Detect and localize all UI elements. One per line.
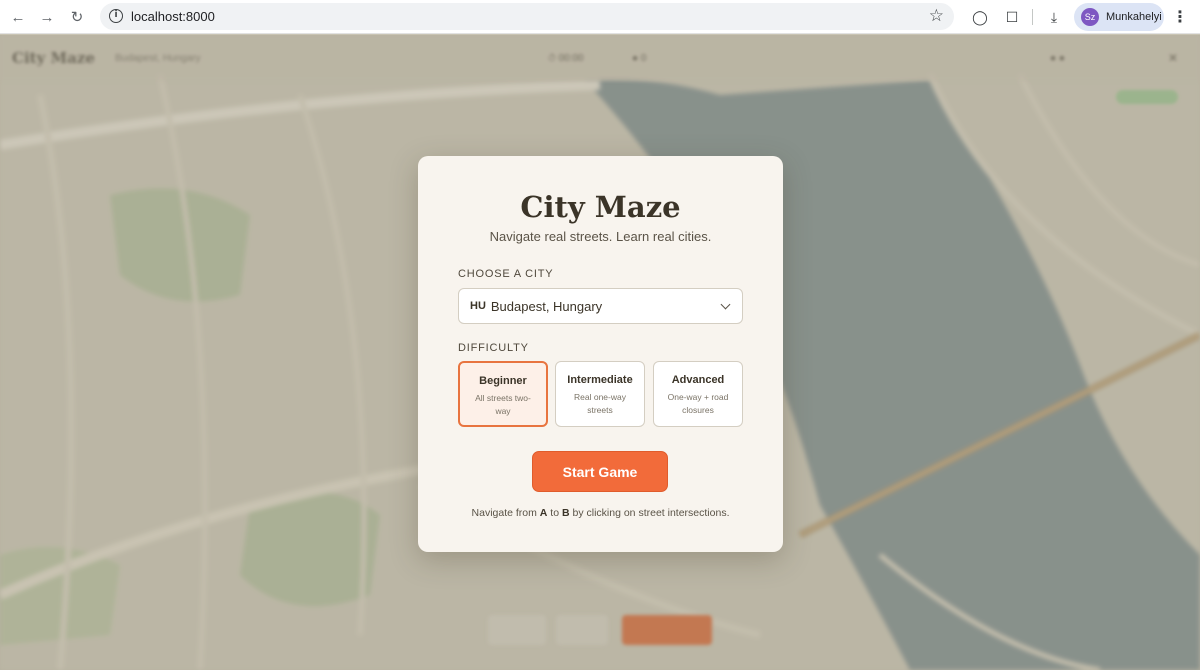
difficulty-advanced[interactable]: Advanced One-way + road closures bbox=[653, 361, 743, 427]
hint-text: by clicking on street intersections. bbox=[569, 507, 730, 519]
address-bar[interactable]: i localhost:8000 ☆ bbox=[100, 3, 954, 30]
chevron-down-icon bbox=[720, 299, 731, 310]
avatar: Sz bbox=[1081, 8, 1099, 26]
profile-button[interactable]: Sz Munkahelyi bbox=[1074, 3, 1164, 31]
difficulty-name: Intermediate bbox=[567, 374, 633, 386]
difficulty-label: DIFFICULTY bbox=[458, 342, 529, 354]
start-game-button[interactable]: Start Game bbox=[532, 451, 668, 492]
hungary-flag-icon: HU bbox=[470, 300, 486, 312]
hint-text: Navigate from bbox=[471, 507, 540, 519]
start-modal: City Maze Navigate real streets. Learn r… bbox=[418, 156, 783, 552]
modal-hint: Navigate from A to B by clicking on stre… bbox=[418, 507, 783, 519]
forward-arrow-icon[interactable]: → bbox=[35, 5, 59, 29]
extensions-icon[interactable]: ☐ bbox=[1000, 5, 1024, 29]
info-icon[interactable]: i bbox=[109, 9, 123, 23]
hint-text: to bbox=[547, 507, 562, 519]
back-arrow-icon[interactable]: ← bbox=[6, 5, 30, 29]
city-select-value: Budapest, Hungary bbox=[490, 298, 603, 314]
star-icon[interactable]: ☆ bbox=[929, 6, 944, 26]
city-select[interactable]: HU Budapest, Hungary bbox=[458, 288, 743, 324]
hint-point-b: B bbox=[561, 507, 570, 519]
difficulty-desc: Real one-way streets bbox=[574, 392, 626, 415]
chat-icon[interactable]: ◯ bbox=[968, 5, 992, 29]
browser-toolbar: ← → ↻ i localhost:8000 ☆ ◯ ☐ ⤓ Sz Munkah… bbox=[0, 0, 1200, 34]
difficulty-beginner[interactable]: Beginner All streets two-way bbox=[458, 361, 548, 427]
toolbar-divider bbox=[1032, 9, 1033, 25]
difficulty-intermediate[interactable]: Intermediate Real one-way streets bbox=[555, 361, 645, 427]
difficulty-desc: All streets two-way bbox=[475, 393, 531, 416]
difficulty-options: Beginner All streets two-way Intermediat… bbox=[458, 361, 743, 427]
city-label: CHOOSE A CITY bbox=[458, 268, 554, 280]
reload-icon[interactable]: ↻ bbox=[65, 5, 89, 29]
difficulty-name: Advanced bbox=[671, 374, 725, 386]
modal-tagline: Navigate real streets. Learn real cities… bbox=[489, 229, 712, 244]
url-text[interactable]: localhost:8000 bbox=[131, 9, 215, 24]
profile-name: Munkahelyi bbox=[1106, 11, 1162, 23]
kebab-menu-icon[interactable]: ⋮ bbox=[1168, 5, 1192, 29]
modal-title: City Maze bbox=[520, 190, 681, 224]
difficulty-name: Beginner bbox=[479, 375, 527, 387]
download-icon[interactable]: ⤓ bbox=[1042, 5, 1066, 29]
difficulty-desc: One-way + road closures bbox=[667, 392, 729, 415]
